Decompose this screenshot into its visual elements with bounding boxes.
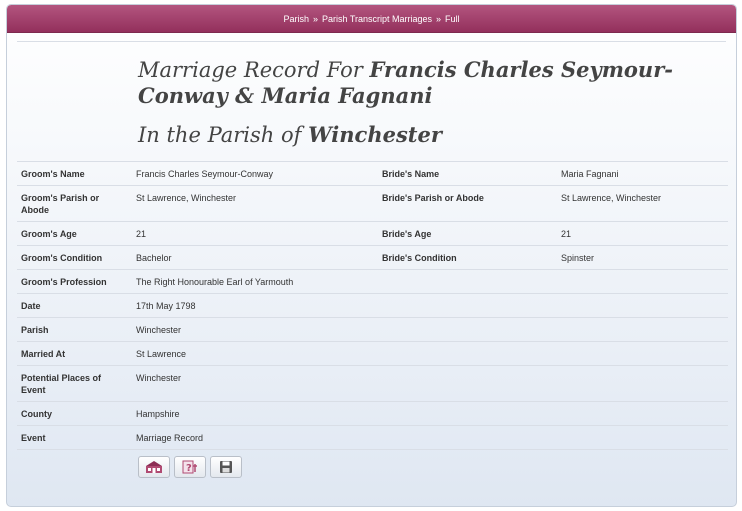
bride-parish-value: St Lawrence, Winchester xyxy=(557,185,728,222)
save-icon xyxy=(220,461,232,473)
page-title: Marriage Record For Francis Charles Seym… xyxy=(138,57,718,109)
table-row: Groom's Condition Bachelor Bride's Condi… xyxy=(17,245,728,270)
bride-parish-label: Bride's Parish or Abode xyxy=(378,185,557,222)
table-row: Groom's Name Francis Charles Seymour-Con… xyxy=(17,161,728,186)
groom-profession-label: Groom's Profession xyxy=(17,269,132,294)
subtitle-prefix: In the Parish of xyxy=(138,123,309,147)
table-row: Groom's Profession The Right Honourable … xyxy=(17,269,728,294)
bride-condition-label: Bride's Condition xyxy=(378,245,557,270)
query-icon: ? xyxy=(182,460,197,474)
groom-profession-value: The Right Honourable Earl of Yarmouth xyxy=(132,269,728,294)
table-row: County Hampshire xyxy=(17,401,728,426)
breadcrumb-parish-transcript-marriages[interactable]: Parish Transcript Marriages xyxy=(322,14,432,24)
table-row: Groom's Age 21 Bride's Age 21 xyxy=(17,221,728,246)
married-at-label: Married At xyxy=(17,341,132,366)
divider xyxy=(17,41,726,42)
groom-condition-value: Bachelor xyxy=(132,245,378,270)
county-value: Hampshire xyxy=(132,401,728,426)
subtitle-place: Winchester xyxy=(308,122,442,147)
svg-text:?: ? xyxy=(186,463,192,474)
groom-condition-label: Groom's Condition xyxy=(17,245,132,270)
breadcrumb-separator: » xyxy=(436,13,442,24)
record-panel: Parish » Parish Transcript Marriages » F… xyxy=(6,4,737,507)
potential-places-value: Winchester xyxy=(132,365,728,402)
parish-label: Parish xyxy=(17,317,132,342)
groom-parish-value: St Lawrence, Winchester xyxy=(132,185,378,222)
family-tree-button[interactable] xyxy=(138,456,170,478)
groom-name-label: Groom's Name xyxy=(17,161,132,186)
groom-name-value: Francis Charles Seymour-Conway xyxy=(132,161,378,186)
table-row: Event Marriage Record xyxy=(17,425,728,450)
page-subtitle: In the Parish of Winchester xyxy=(138,121,698,149)
bride-age-value: 21 xyxy=(557,221,728,246)
title-prefix: Marriage Record For xyxy=(138,58,370,82)
family-tree-icon xyxy=(146,461,162,473)
table-row: Groom's Parish or Abode St Lawrence, Win… xyxy=(17,185,728,222)
save-button[interactable] xyxy=(210,456,242,478)
groom-age-label: Groom's Age xyxy=(17,221,132,246)
table-row: Potential Places of Event Winchester xyxy=(17,365,728,402)
groom-parish-label: Groom's Parish or Abode xyxy=(17,185,132,222)
table-row: Parish Winchester xyxy=(17,317,728,342)
breadcrumb-parish[interactable]: Parish xyxy=(283,14,309,24)
groom-age-value: 21 xyxy=(132,221,378,246)
event-label: Event xyxy=(17,425,132,450)
breadcrumb-separator: » xyxy=(312,13,318,24)
bride-condition-value: Spinster xyxy=(557,245,728,270)
breadcrumb: Parish » Parish Transcript Marriages » F… xyxy=(7,5,736,33)
breadcrumb-full: Full xyxy=(445,13,460,24)
query-button[interactable]: ? xyxy=(174,456,206,478)
bride-name-value: Maria Fagnani xyxy=(557,161,728,186)
county-label: County xyxy=(17,401,132,426)
date-label: Date xyxy=(17,293,132,318)
table-row: Date 17th May 1798 xyxy=(17,293,728,318)
event-value: Marriage Record xyxy=(132,425,728,450)
bride-name-label: Bride's Name xyxy=(378,161,557,186)
parish-value: Winchester xyxy=(132,317,728,342)
action-buttons: ? xyxy=(138,456,242,478)
record-table: Groom's Name Francis Charles Seymour-Con… xyxy=(17,161,728,450)
married-at-value: St Lawrence xyxy=(132,341,728,366)
potential-places-label: Potential Places of Event xyxy=(17,365,132,402)
bride-age-label: Bride's Age xyxy=(378,221,557,246)
table-row: Married At St Lawrence xyxy=(17,341,728,366)
date-value: 17th May 1798 xyxy=(132,293,728,318)
